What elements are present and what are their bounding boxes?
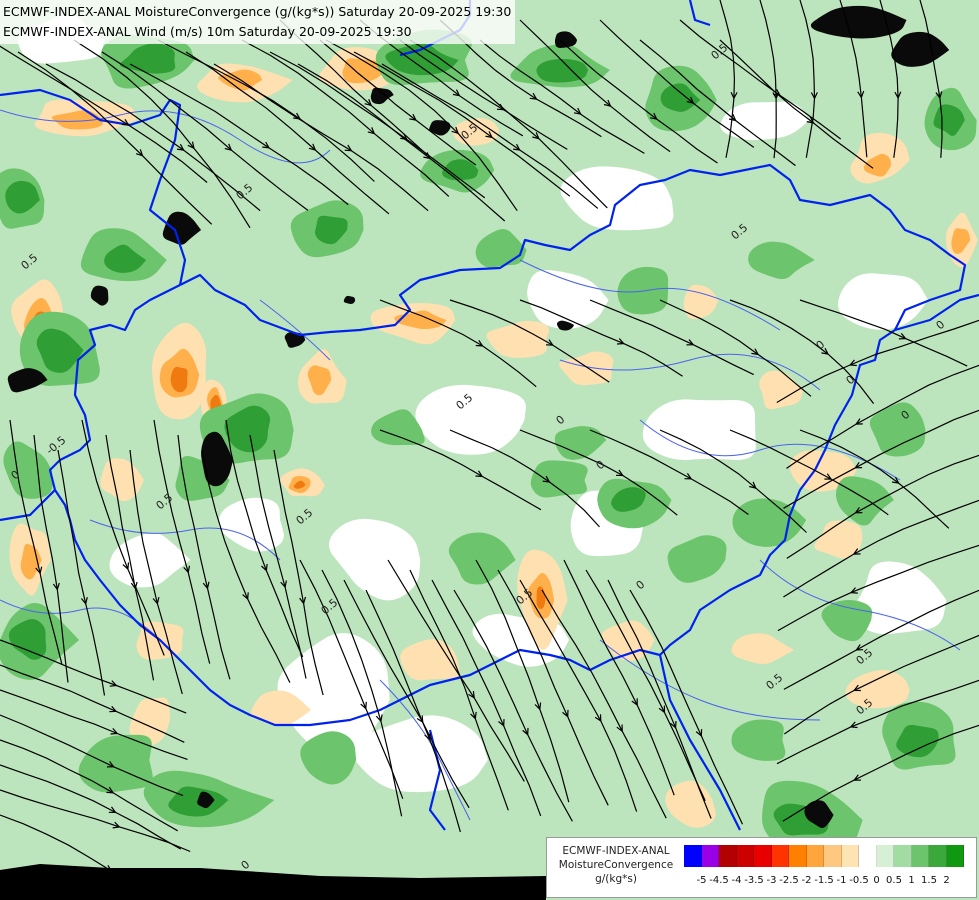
legend-swatch — [701, 845, 719, 867]
map-view: 0.5 -0.5 0.5 0.5 0.5 0.5 0 0 0 0 0.5 0.5 0.5 0.5 0.5 0.… — [0, 0, 979, 900]
color-legend: ECMWF-INDEX-ANAL MoistureConvergence g/(… — [546, 837, 977, 898]
neutral-patch — [642, 399, 756, 460]
legend-tick-label: -5 — [696, 875, 707, 886]
legend-tick-label: 0.5 — [886, 875, 902, 886]
legend-model: ECMWF-INDEX-ANAL — [562, 845, 670, 857]
legend-swatch — [824, 845, 842, 867]
legend-swatch — [771, 845, 789, 867]
legend-swatch — [894, 845, 912, 867]
legend-swatch — [946, 845, 964, 867]
convergence-mid-patch — [530, 460, 588, 498]
legend-tick-label: -2 — [801, 875, 812, 886]
legend-swatch — [806, 845, 824, 867]
header-title-convergence: ECMWF-INDEX-ANAL MoistureConvergence (g/… — [3, 4, 512, 19]
legend-swatch — [719, 845, 737, 867]
header-title-wind: ECMWF-INDEX-ANAL Wind (m/s) 10m Saturday… — [3, 24, 412, 39]
legend-tick-label: -1.5 — [814, 875, 834, 886]
legend-tick-labels: -5 -4.5 -4 -3.5 -3 -2.5 -2 -1.5 -1 -0.5 0 0.5 1 1.5 2 — [684, 875, 974, 889]
map-header: ECMWF-INDEX-ANAL MoistureConvergence (g/… — [0, 0, 516, 44]
legend-swatch — [736, 845, 754, 867]
legend-swatch — [911, 845, 929, 867]
legend-tick-label: 1 — [908, 875, 915, 886]
legend-tick-label: -3 — [766, 875, 777, 886]
legend-swatch — [929, 845, 947, 867]
legend-tick-label: 1.5 — [921, 875, 937, 886]
legend-tick-label: -4 — [731, 875, 742, 886]
legend-tick-label: -4.5 — [709, 875, 729, 886]
legend-tick-label: -1 — [836, 875, 847, 886]
legend-units: g/(kg*s) — [595, 873, 637, 885]
legend-tick-label: 0 — [873, 875, 880, 886]
moisture-convergence-map: 0.5-0.50.50.50.50.500000.50.50.50.50.50.… — [0, 0, 979, 900]
legend-tick-label: -0.5 — [849, 875, 869, 886]
legend-swatch — [841, 845, 859, 867]
legend-swatch — [684, 845, 702, 867]
legend-swatch — [859, 845, 877, 867]
legend-tick-label: -3.5 — [744, 875, 764, 886]
legend-title: ECMWF-INDEX-ANAL MoistureConvergence g/(… — [549, 844, 683, 886]
legend-swatch — [754, 845, 772, 867]
legend-swatch — [876, 845, 894, 867]
legend-tick-label: 2 — [943, 875, 950, 886]
legend-variable: MoistureConvergence — [558, 859, 674, 871]
legend-swatch — [789, 845, 807, 867]
legend-tick-label: -2.5 — [779, 875, 799, 886]
legend-color-scale — [684, 845, 964, 867]
